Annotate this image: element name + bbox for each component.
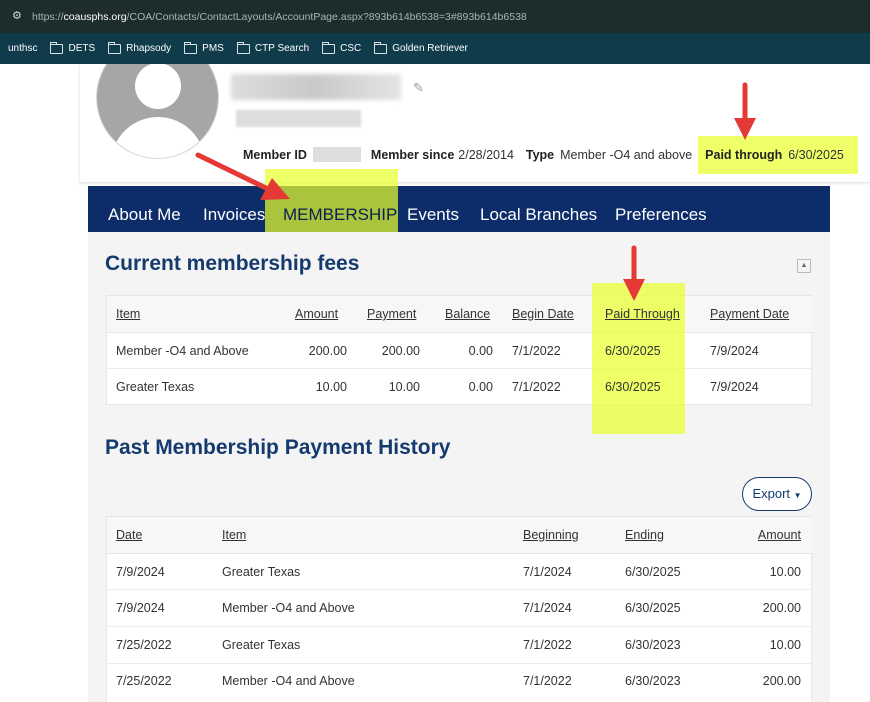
col-begin-date-header[interactable]: Begin Date (512, 307, 574, 321)
folder-icon (50, 41, 64, 54)
col-beginning-header[interactable]: Beginning (523, 528, 579, 542)
history-title: Past Membership Payment History (105, 436, 451, 459)
folder-icon (374, 41, 388, 54)
history-ending: 6/30/2023 (625, 638, 681, 652)
url-text[interactable]: https://coausphs.org/COA/Contacts/Contac… (32, 11, 527, 23)
folder-icon (236, 41, 250, 54)
bookmark-dets[interactable]: DETS (50, 41, 95, 54)
avatar (96, 64, 219, 160)
member-id-redacted (312, 147, 361, 162)
member-name-redacted (231, 74, 401, 100)
paid-through-label: Paid through (705, 147, 783, 162)
bookmark-unthsc[interactable]: unthsc (8, 43, 37, 54)
browser-address-bar[interactable]: ⚙ https://coausphs.org/COA/Contacts/Cont… (0, 0, 870, 33)
active-tab-layer: MEMBERSHIP (88, 186, 830, 232)
folder-icon (322, 41, 336, 54)
history-item: Greater Texas (222, 638, 301, 652)
history-date: 7/25/2022 (116, 674, 172, 688)
member-since-label: Member since (370, 147, 455, 162)
bookmark-rhapsody[interactable]: Rhapsody (108, 41, 171, 54)
paid-through-value: 6/30/2025 (788, 147, 844, 162)
col-date-header[interactable]: Date (116, 528, 142, 542)
site-info-icon[interactable]: ⚙ (12, 10, 25, 23)
current-fees-title: Current membership fees (105, 252, 360, 275)
tab-membership[interactable]: MEMBERSHIP (283, 186, 397, 232)
fee-balance: 0.00 (468, 380, 493, 394)
history-amount: 200.00 (762, 601, 801, 615)
fee-item: Greater Texas (116, 380, 195, 394)
member-id-label: Member ID (243, 147, 307, 162)
history-ending: 6/30/2025 (625, 601, 681, 615)
fee-balance: 0.00 (468, 344, 493, 358)
member-detail-redacted (236, 110, 361, 127)
history-amount: 200.00 (762, 674, 801, 688)
history-amount: 10.00 (769, 638, 801, 652)
history-beginning: 7/1/2024 (523, 601, 572, 615)
history-beginning: 7/1/2022 (523, 638, 572, 652)
history-item: Member -O4 and Above (222, 674, 355, 688)
history-item: Member -O4 and Above (222, 601, 355, 615)
fee-amount: 200.00 (308, 344, 347, 358)
col-balance-header[interactable]: Balance (445, 307, 490, 321)
folder-icon (184, 41, 198, 54)
type-label: Type (525, 147, 555, 162)
col-item-header[interactable]: Item (116, 307, 140, 321)
bookmark-ctp-search[interactable]: CTP Search (236, 41, 309, 54)
fee-amount: 10.00 (315, 380, 347, 394)
fee-begin-date: 7/1/2022 (512, 344, 561, 358)
paid-through-column-highlight (592, 283, 685, 434)
fee-payment-date: 7/9/2024 (710, 380, 759, 394)
member-since-value: 2/28/2014 (458, 147, 514, 162)
history-item: Greater Texas (222, 565, 301, 579)
bookmark-pms[interactable]: PMS (184, 41, 224, 54)
fee-payment: 200.00 (381, 344, 420, 358)
folder-icon (108, 41, 122, 54)
fee-begin-date: 7/1/2022 (512, 380, 561, 394)
fee-paid-through: 6/30/2025 (605, 380, 661, 394)
export-button[interactable]: Export ▼ (742, 477, 812, 511)
caret-down-icon: ▼ (793, 491, 802, 500)
type-value: Member -O4 and above (560, 147, 693, 162)
fee-paid-through: 6/30/2025 (605, 344, 661, 358)
history-ending: 6/30/2025 (625, 565, 681, 579)
col-payment-date-header[interactable]: Payment Date (710, 307, 789, 321)
col-amount-header[interactable]: Amount (706, 528, 801, 542)
fee-payment: 10.00 (388, 380, 420, 394)
bookmarks-bar: unthsc DETS Rhapsody PMS CTP Search CSC … (0, 33, 870, 64)
fee-payment-date: 7/9/2024 (710, 344, 759, 358)
history-beginning: 7/1/2022 (523, 674, 572, 688)
collapse-up-icon[interactable]: ▲ (797, 259, 811, 273)
history-amount: 10.00 (769, 565, 801, 579)
history-date: 7/9/2024 (116, 601, 165, 615)
col-paid-through-header[interactable]: Paid Through (605, 307, 680, 321)
bookmark-csc[interactable]: CSC (322, 41, 361, 54)
edit-pencil-icon[interactable]: ✎ (413, 80, 424, 96)
col-payment-header[interactable]: Payment (367, 307, 416, 321)
fee-item: Member -O4 and Above (116, 344, 249, 358)
history-ending: 6/30/2023 (625, 674, 681, 688)
history-date: 7/25/2022 (116, 638, 172, 652)
col-item-header[interactable]: Item (222, 528, 246, 542)
history-beginning: 7/1/2024 (523, 565, 572, 579)
col-amount-header[interactable]: Amount (295, 307, 338, 321)
profile-meta: Member ID Member since 2/28/2014 Type Me… (243, 147, 844, 162)
bookmark-golden-retriever[interactable]: Golden Retriever (374, 41, 468, 54)
history-date: 7/9/2024 (116, 565, 165, 579)
col-ending-header[interactable]: Ending (625, 528, 664, 542)
